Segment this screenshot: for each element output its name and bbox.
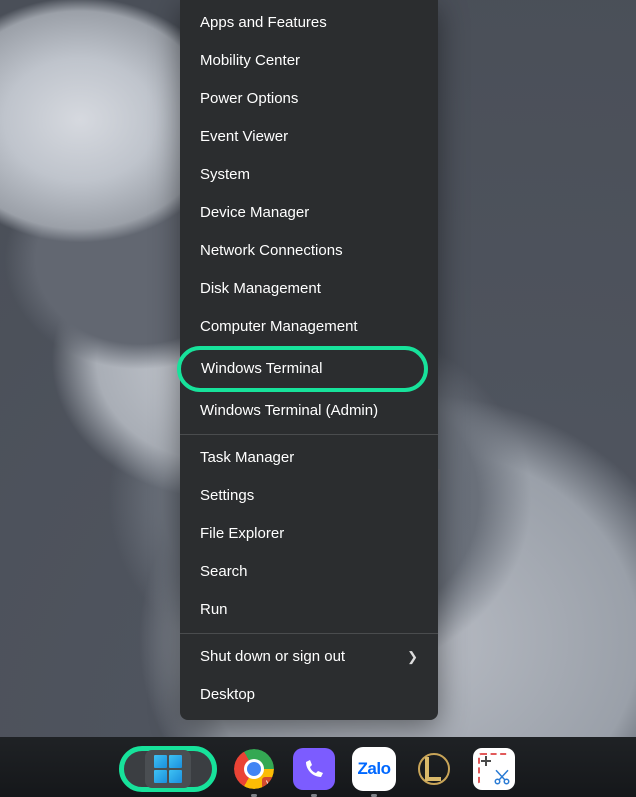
snipping-tool-icon — [473, 748, 515, 790]
menu-item-run[interactable]: Run — [180, 591, 438, 629]
menu-item-event-viewer[interactable]: Event Viewer — [180, 118, 438, 156]
menu-item-file-explorer[interactable]: File Explorer — [180, 515, 438, 553]
menu-item-device-manager[interactable]: Device Manager — [180, 194, 438, 232]
taskbar-app-chrome[interactable]: V — [231, 746, 277, 792]
menu-item-apps-and-features[interactable]: Apps and Features — [180, 4, 438, 42]
menu-separator — [180, 633, 438, 634]
viber-icon — [293, 748, 335, 790]
menu-item-search[interactable]: Search — [180, 553, 438, 591]
menu-item-shut-down-or-sign-out[interactable]: Shut down or sign out ❯ — [180, 638, 438, 676]
taskbar-start-button[interactable] — [119, 746, 217, 792]
winx-context-menu: Apps and Features Mobility Center Power … — [180, 0, 438, 720]
taskbar: V Zalo — [0, 737, 636, 797]
menu-item-disk-management[interactable]: Disk Management — [180, 270, 438, 308]
windows-logo-icon — [154, 755, 182, 783]
chevron-right-icon: ❯ — [407, 649, 418, 665]
menu-item-settings[interactable]: Settings — [180, 477, 438, 515]
menu-item-power-options[interactable]: Power Options — [180, 80, 438, 118]
taskbar-app-viber[interactable] — [291, 746, 337, 792]
menu-item-desktop[interactable]: Desktop — [180, 676, 438, 714]
menu-item-mobility-center[interactable]: Mobility Center — [180, 42, 438, 80]
menu-item-task-manager[interactable]: Task Manager — [180, 439, 438, 477]
zalo-icon: Zalo — [352, 747, 396, 791]
chrome-icon: V — [234, 749, 274, 789]
taskbar-app-zalo[interactable]: Zalo — [351, 746, 397, 792]
taskbar-app-league-of-legends[interactable] — [411, 746, 457, 792]
menu-separator — [180, 434, 438, 435]
menu-item-computer-management[interactable]: Computer Management — [180, 308, 438, 346]
menu-item-system[interactable]: System — [180, 156, 438, 194]
taskbar-app-snipping-tool[interactable] — [471, 746, 517, 792]
chrome-profile-badge: V — [262, 777, 276, 791]
menu-item-windows-terminal-admin[interactable]: Windows Terminal (Admin) — [180, 392, 438, 430]
league-of-legends-icon — [414, 749, 454, 789]
menu-item-network-connections[interactable]: Network Connections — [180, 232, 438, 270]
menu-item-windows-terminal[interactable]: Windows Terminal — [177, 346, 428, 392]
